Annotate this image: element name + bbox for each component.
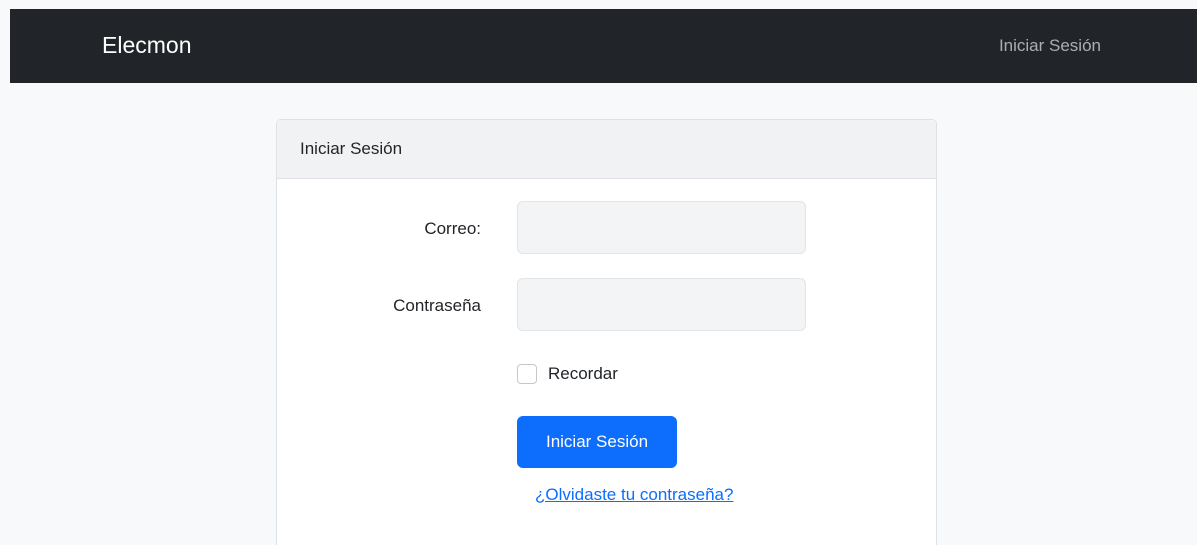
login-button[interactable]: Iniciar Sesión — [517, 416, 677, 468]
password-field[interactable] — [517, 278, 806, 331]
email-label: Correo: — [424, 219, 481, 238]
password-label: Contraseña — [393, 296, 481, 315]
email-field[interactable] — [517, 201, 806, 254]
brand-link[interactable]: Elecmon — [102, 31, 191, 59]
nav-login-link[interactable]: Iniciar Sesión — [999, 35, 1101, 57]
card-header: Iniciar Sesión — [277, 120, 936, 179]
remember-checkbox[interactable] — [517, 364, 537, 384]
login-card: Iniciar Sesión Correo: Contraseña Record… — [276, 119, 937, 545]
remember-row: Recordar — [517, 363, 618, 385]
forgot-password-link[interactable]: ¿Olvidaste tu contraseña? — [535, 484, 733, 506]
page: Elecmon Iniciar Sesión Iniciar Sesión Co… — [0, 0, 1197, 545]
top-navbar: Elecmon Iniciar Sesión — [10, 9, 1197, 83]
remember-label[interactable]: Recordar — [548, 363, 618, 385]
